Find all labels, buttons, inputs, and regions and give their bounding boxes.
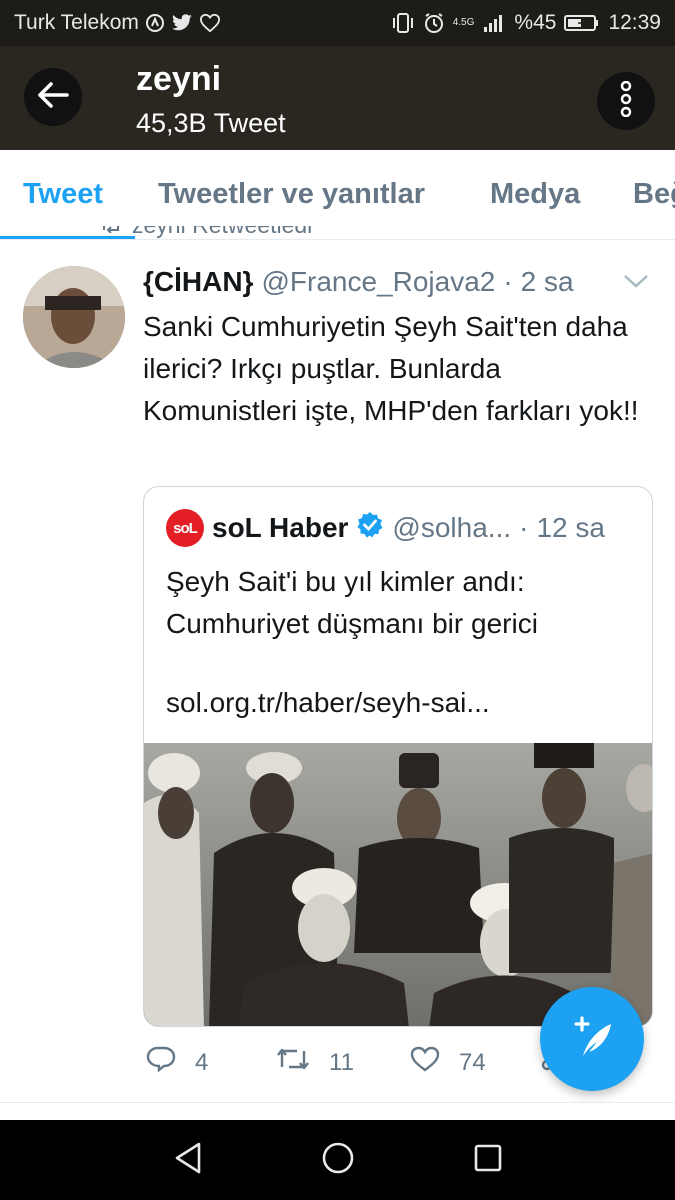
profile-header: zeyni 45,3B Tweet xyxy=(0,46,675,150)
system-nav-bar xyxy=(0,1120,675,1200)
tab-likes[interactable]: Beğeni xyxy=(633,178,675,211)
more-options-button[interactable] xyxy=(597,72,655,130)
compose-icon xyxy=(567,1012,617,1067)
heart-outline-icon xyxy=(199,13,221,33)
status-bar: Turk Telekom 4.5G %45 12:39 xyxy=(0,0,675,46)
separator-dot: · xyxy=(503,266,513,297)
chevron-down-icon xyxy=(622,275,650,294)
more-vertical-icon xyxy=(620,80,632,122)
retweet-context-label: zeyni Retweetledi xyxy=(132,226,312,239)
separator-dot: · xyxy=(519,512,529,543)
reply-icon xyxy=(145,1045,177,1080)
battery-percent: %45 xyxy=(514,11,557,34)
retweet-context: zeyni Retweetledi xyxy=(100,226,500,242)
retweet-button[interactable]: 11 xyxy=(275,1045,354,1080)
quoted-author-name: soL Haber xyxy=(212,512,349,543)
quoted-tweet-link[interactable]: sol.org.tr/haber/seyh-sai... xyxy=(166,687,490,719)
nav-home-button[interactable] xyxy=(320,1142,356,1178)
tab-media[interactable]: Medya xyxy=(490,178,580,211)
notification-icon xyxy=(145,13,165,33)
sol-logo: soL xyxy=(166,509,204,547)
tweet-header: {CİHAN} @France_Rojava2 · 2 sa xyxy=(143,266,574,298)
tab-tweets-and-replies[interactable]: Tweetler ve yanıtlar xyxy=(158,178,425,211)
compose-tweet-button[interactable] xyxy=(540,987,644,1091)
nav-home-icon xyxy=(321,1141,355,1180)
vibrate-icon xyxy=(391,12,415,34)
quoted-author-handle: @solha... xyxy=(392,512,512,543)
like-button[interactable]: 74 xyxy=(409,1045,486,1080)
tweet-text: Sanki Cumhuriyetin Şeyh Sait'ten daha il… xyxy=(143,311,639,426)
retweet-count: 11 xyxy=(329,1048,354,1076)
quoted-tweet-photo[interactable] xyxy=(144,743,652,1026)
battery-icon xyxy=(564,13,600,33)
clock: 12:39 xyxy=(608,11,661,34)
twitter-bird-icon xyxy=(171,14,193,32)
signal-icon xyxy=(482,13,506,33)
verified-badge-icon xyxy=(356,511,384,546)
retweet-icon xyxy=(275,1045,311,1080)
alarm-icon xyxy=(423,12,445,34)
quoted-tweet-text: Şeyh Sait'i bu yıl kimler andı: Cumhuriy… xyxy=(166,566,538,639)
tweet-count: 45,3B Tweet xyxy=(136,108,286,138)
retweet-small-icon xyxy=(100,226,122,239)
quoted-tweet-header: soL soL Haber @solha... · 12 sa xyxy=(166,509,605,547)
author-name[interactable]: {CİHAN} xyxy=(143,266,253,298)
reply-count: 4 xyxy=(195,1048,209,1076)
quoted-tweet-time: 12 sa xyxy=(536,512,605,543)
nav-recents-button[interactable] xyxy=(470,1142,506,1178)
tab-tweets[interactable]: Tweet xyxy=(23,178,103,211)
back-button[interactable] xyxy=(24,68,82,126)
nav-back-button[interactable] xyxy=(170,1142,206,1178)
like-icon xyxy=(409,1045,441,1080)
network-type-label: 4.5G xyxy=(452,17,475,28)
tweet-menu-button[interactable] xyxy=(622,272,650,295)
nav-recents-icon xyxy=(472,1142,504,1179)
back-arrow-icon xyxy=(37,81,69,114)
divider xyxy=(0,1102,675,1103)
avatar[interactable] xyxy=(23,266,125,368)
carrier-label: Turk Telekom xyxy=(14,11,139,34)
author-handle[interactable]: @France_Rojava2 xyxy=(261,266,495,298)
like-count: 74 xyxy=(459,1048,486,1076)
reply-button[interactable]: 4 xyxy=(145,1045,208,1080)
quoted-tweet-card[interactable]: soL soL Haber @solha... · 12 sa Şeyh Sai… xyxy=(143,486,653,1027)
nav-back-icon xyxy=(172,1141,204,1180)
profile-name: zeyni xyxy=(136,60,222,98)
tweet-time: 2 sa xyxy=(520,266,574,297)
